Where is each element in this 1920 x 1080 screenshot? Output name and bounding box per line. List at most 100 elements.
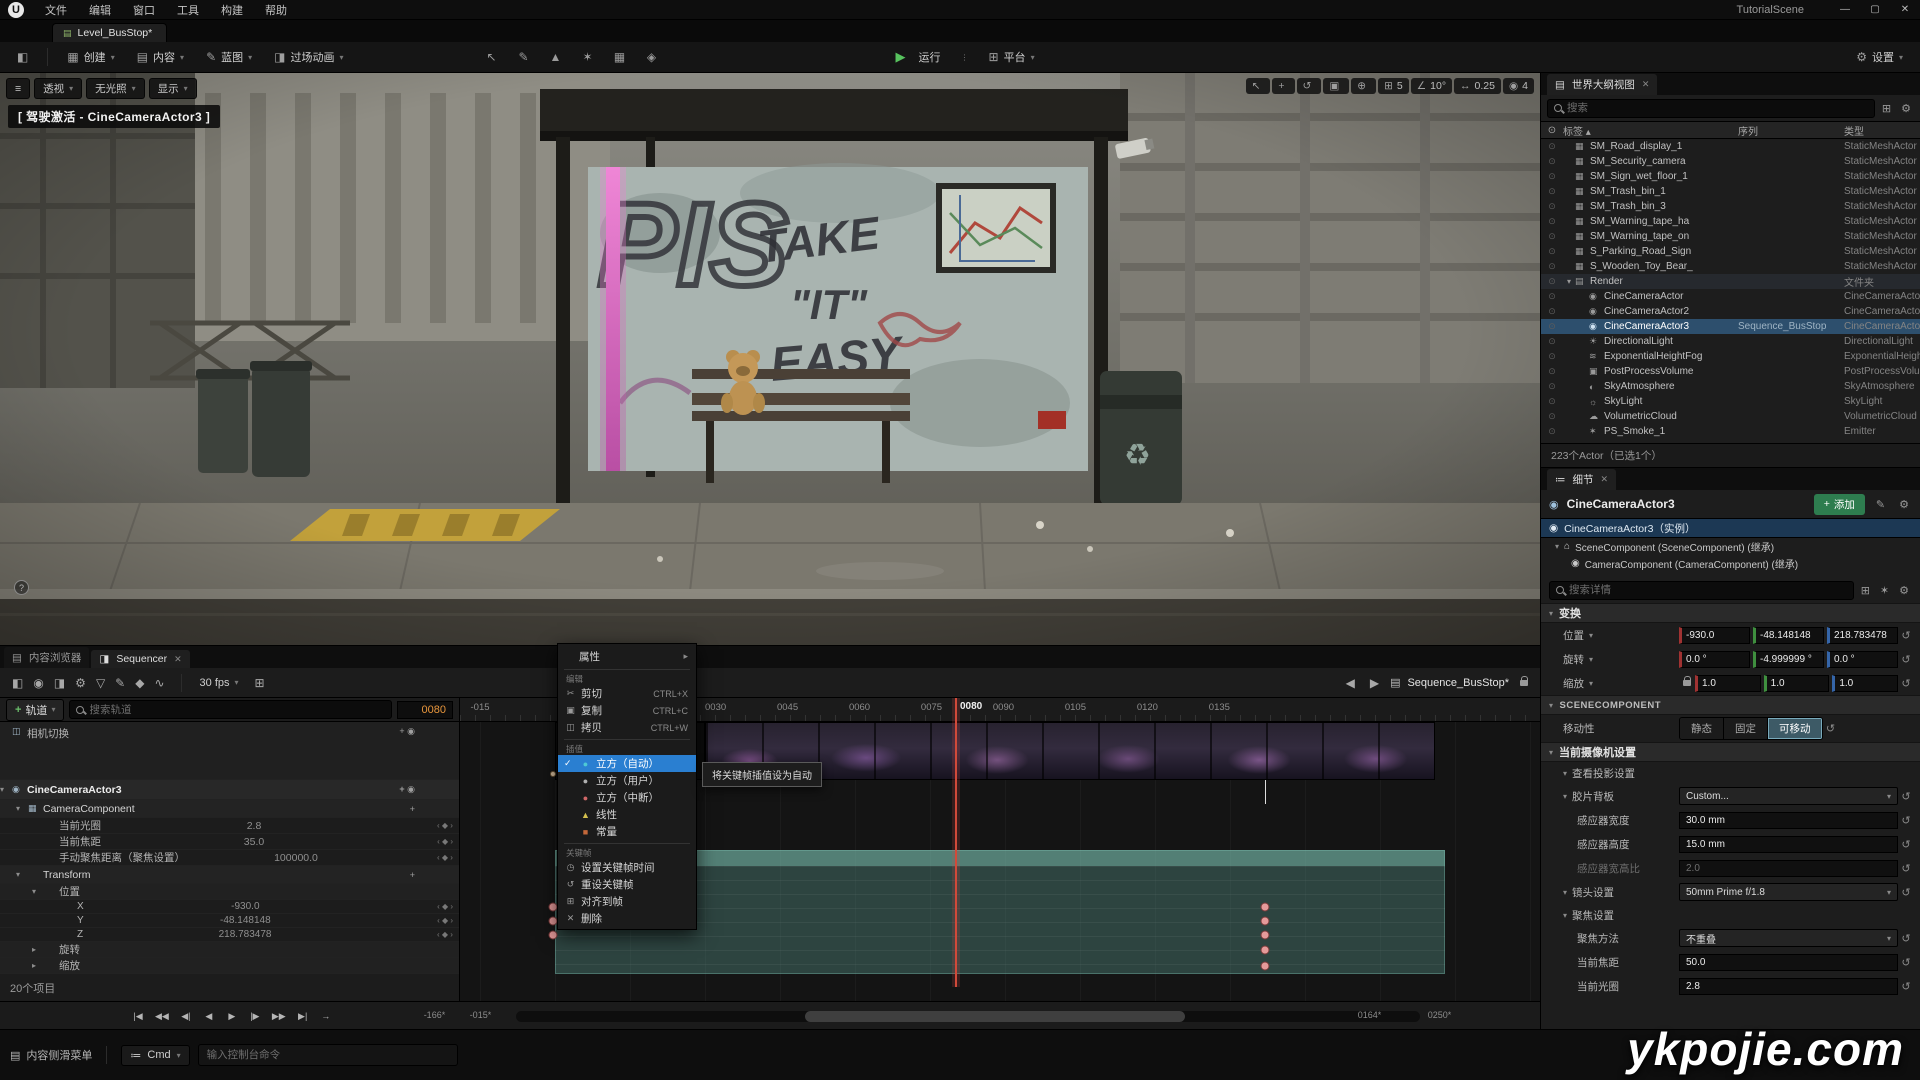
settings-button[interactable]: ⚙设置▾ [1847, 45, 1912, 69]
reset-icon[interactable] [1898, 980, 1914, 993]
platforms-button[interactable]: ⊞平台▾ [980, 45, 1044, 69]
scale-tool-icon[interactable]: ▣ [1323, 78, 1349, 94]
outliner-row[interactable]: ◐ SkyAtmosphere SkyAtmosphere [1541, 379, 1920, 394]
keyframe-nav-controls[interactable] [419, 853, 453, 862]
visibility-eye-icon[interactable] [1541, 321, 1563, 332]
outliner-row[interactable]: ▦ SM_Warning_tape_ha StaticMeshActor [1541, 214, 1920, 229]
outliner-row[interactable]: ◉ CineCameraActor CineCameraActor [1541, 289, 1920, 304]
visibility-eye-icon[interactable] [1541, 171, 1563, 182]
menu-item[interactable]: 帮助 [254, 0, 298, 20]
reset-icon[interactable] [1898, 814, 1914, 827]
menu-item-linear[interactable]: ▲线性 [558, 806, 696, 823]
outliner-row[interactable]: ☼ SkyLight SkyLight [1541, 394, 1920, 409]
track-value[interactable]: 218.783478 [219, 929, 280, 940]
keyframe-marker[interactable] [550, 771, 556, 777]
expander-icon[interactable]: ▸ [32, 945, 44, 954]
details-options-icon[interactable]: ⚙ [1896, 498, 1912, 511]
track-row[interactable]: ▾ Transform + [0, 866, 459, 884]
outliner-search[interactable] [1547, 99, 1875, 118]
scale-label-dropdown[interactable]: 缩放▾ [1563, 676, 1679, 691]
track-search[interactable] [69, 700, 392, 719]
lens-dropdown[interactable]: 50mm Prime f/1.8▾ [1679, 883, 1898, 901]
details-tab[interactable]: ≔ 细节 ✕ [1547, 469, 1616, 490]
visibility-eye-icon[interactable] [1541, 216, 1563, 227]
menu-item-copy[interactable]: ▣复制CTRL+C [558, 702, 696, 719]
track-row[interactable]: ◫ 相机切换 + ◉ [0, 722, 459, 780]
track-buttons[interactable]: + [410, 870, 419, 880]
paint-mode-icon[interactable]: ✎ [509, 46, 539, 68]
actor-instance-row[interactable]: ◉ CineCameraActor3（实例） [1541, 518, 1920, 538]
details-favorite-icon[interactable]: ✶ [1877, 584, 1892, 597]
transport-button[interactable]: |◀ [128, 1009, 148, 1024]
track-buttons[interactable]: + ◉ [399, 784, 419, 795]
outliner-tab[interactable]: ▤ 世界大纲视图 ✕ [1547, 74, 1657, 95]
track-row[interactable]: ▾ ◉ CineCameraActor3 + ◉ [0, 780, 459, 800]
outliner-row[interactable]: ☀ DirectionalLight DirectionalLight [1541, 334, 1920, 349]
menu-item-cubic-auto[interactable]: ✓●立方（自动） [558, 755, 696, 772]
sequence-column-header[interactable]: 序列 [1738, 123, 1844, 138]
keyframe-nav-controls[interactable] [419, 916, 453, 925]
level-tab[interactable]: ▤ Level_BusStop* [52, 23, 167, 42]
visibility-eye-icon[interactable] [1541, 426, 1563, 437]
keyframe-marker[interactable] [1261, 946, 1270, 955]
track-value[interactable]: 2.8 [247, 820, 270, 832]
menu-item[interactable]: 窗口 [122, 0, 166, 20]
reset-icon[interactable] [1898, 886, 1914, 899]
location-label-dropdown[interactable]: 位置▾ [1563, 628, 1679, 643]
expander-icon[interactable]: ▾ [32, 887, 44, 896]
expander-icon[interactable]: ▾ [1563, 277, 1575, 286]
outliner-row[interactable]: ▦ S_Wooden_Toy_Bear_ StaticMeshActor [1541, 259, 1920, 274]
track-row[interactable]: ▾ 位置 [0, 884, 459, 900]
add-track-button[interactable]: + 轨道 ▾ [6, 699, 64, 721]
keyframe-marker[interactable] [1261, 962, 1270, 971]
visibility-eye-icon[interactable] [1541, 351, 1563, 362]
show-flags-dropdown[interactable]: 显示▾ [149, 78, 197, 99]
view-mode-dropdown[interactable]: 无光照▾ [86, 78, 145, 99]
track-value[interactable]: 35.0 [244, 836, 272, 848]
visibility-eye-icon[interactable] [1541, 201, 1563, 212]
select-tool-icon[interactable]: ↖ [1246, 78, 1271, 94]
outliner-row[interactable]: ▦ SM_Trash_bin_3 StaticMeshActor [1541, 199, 1920, 214]
track-value[interactable]: -48.148148 [220, 915, 279, 926]
menu-item-delete[interactable]: ✕删除 [558, 910, 696, 927]
transport-button[interactable]: ◀| [176, 1009, 196, 1024]
view-settings-row[interactable]: ▾查看投影设置 [1541, 762, 1920, 784]
outliner-row[interactable]: ▦ S_Parking_Road_Sign StaticMeshActor [1541, 244, 1920, 259]
current-camera-section-header[interactable]: ▾当前摄像机设置 [1541, 742, 1920, 762]
keyframe-marker[interactable] [1261, 931, 1270, 940]
curve-editor-icon[interactable]: ⊞ [251, 674, 269, 692]
perspective-dropdown[interactable]: 透视▾ [34, 78, 82, 99]
keyframe-marker[interactable] [1261, 903, 1270, 912]
unreal-logo-icon[interactable]: U [8, 2, 24, 18]
menu-item[interactable]: 构建 [210, 0, 254, 20]
scale-snap-icon[interactable]: ↔0.25 [1454, 78, 1501, 94]
track-search-input[interactable] [89, 704, 385, 716]
track-row[interactable]: Y -48.148148 [0, 914, 459, 928]
range-scroll-thumb[interactable] [805, 1011, 1185, 1022]
mesh-paint-mode-icon[interactable]: ▦ [605, 46, 635, 68]
outliner-row[interactable]: ▦ SM_Sign_wet_floor_1 StaticMeshActor [1541, 169, 1920, 184]
autokey-icon[interactable]: ◆ [131, 674, 148, 692]
expander-icon[interactable]: ▸ [32, 961, 44, 970]
details-search[interactable] [1549, 581, 1854, 600]
visibility-eye-icon[interactable] [1541, 306, 1563, 317]
outliner-row[interactable]: ▦ SM_Security_camera StaticMeshActor [1541, 154, 1920, 169]
keyframe-nav-controls[interactable] [419, 821, 453, 830]
focal-length-field[interactable]: 50.0 [1679, 954, 1898, 971]
save-icon[interactable]: ◧ [8, 674, 27, 692]
move-tool-icon[interactable]: + [1272, 78, 1294, 94]
rotate-tool-icon[interactable]: ↺ [1297, 78, 1322, 94]
add-component-button[interactable]: +添加 [1814, 494, 1865, 515]
visibility-eye-icon[interactable] [1541, 336, 1563, 347]
menu-item-rekey[interactable]: ↺重设关键帧 [558, 876, 696, 893]
camera-component-row[interactable]: ◉ CameraComponent (CameraComponent) (继承) [1541, 555, 1920, 572]
visibility-eye-icon[interactable] [1541, 291, 1563, 302]
location-x-field[interactable]: -930.0 [1679, 627, 1750, 644]
playhead[interactable] [955, 698, 957, 987]
visibility-eye-icon[interactable] [1541, 366, 1563, 377]
close-icon[interactable]: ✕ [1642, 79, 1650, 90]
sequence-name[interactable]: Sequence_BusStop* [1407, 677, 1509, 689]
expander-icon[interactable]: ▾ [16, 870, 28, 879]
rotation-y-field[interactable]: -4.999999 ° [1753, 651, 1824, 668]
blueprint-edit-icon[interactable]: ✎ [1873, 498, 1888, 511]
